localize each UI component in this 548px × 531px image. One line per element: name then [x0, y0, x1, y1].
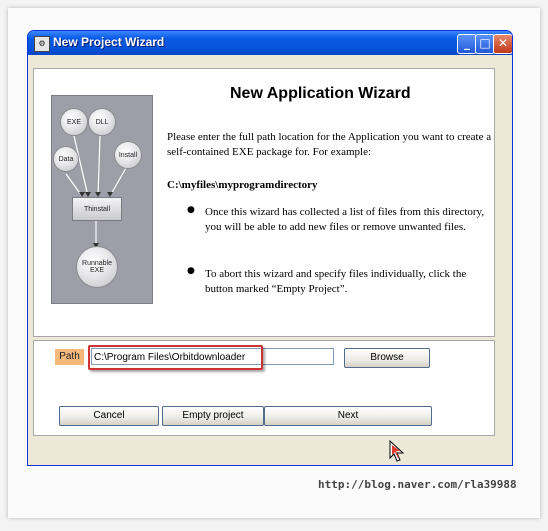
window-body: EXE DLL Data Install Thinstall Runnable …	[27, 30, 511, 464]
bullet-icon: ●	[187, 205, 195, 215]
next-button[interactable]: Next	[264, 406, 432, 426]
intro-text: Please enter the full path location for …	[167, 131, 492, 158]
browse-button[interactable]: Browse	[344, 348, 430, 368]
install-node: Install	[114, 141, 142, 169]
thinstall-node: Thinstall	[72, 197, 122, 221]
exe-node: EXE	[60, 108, 88, 136]
bullet-icon: ●	[187, 266, 195, 276]
data-node: Data	[53, 146, 79, 172]
example-path: C:\myfiles\myprogramdirectory	[167, 179, 318, 191]
annotation-highlight	[88, 345, 263, 370]
cancel-button[interactable]: Cancel	[59, 406, 159, 426]
runnable-label-exe: EXE	[89, 267, 104, 274]
bullet-text: Once this wizard has collected a list of…	[205, 206, 485, 233]
empty-project-button[interactable]: Empty project	[162, 406, 264, 426]
runnable-label: Runnable	[82, 260, 112, 267]
blog-watermark: http://blog.naver.com/rla39988	[318, 478, 517, 491]
process-illustration: EXE DLL Data Install Thinstall Runnable …	[51, 95, 153, 304]
path-label: Path	[55, 349, 84, 365]
mouse-cursor-icon	[389, 440, 405, 462]
wizard-heading: New Application Wizard	[230, 85, 411, 102]
dll-node: DLL	[88, 108, 116, 136]
bullet-text: To abort this wizard and specify files i…	[205, 268, 467, 295]
runnable-exe-node: Runnable EXE	[76, 246, 118, 288]
